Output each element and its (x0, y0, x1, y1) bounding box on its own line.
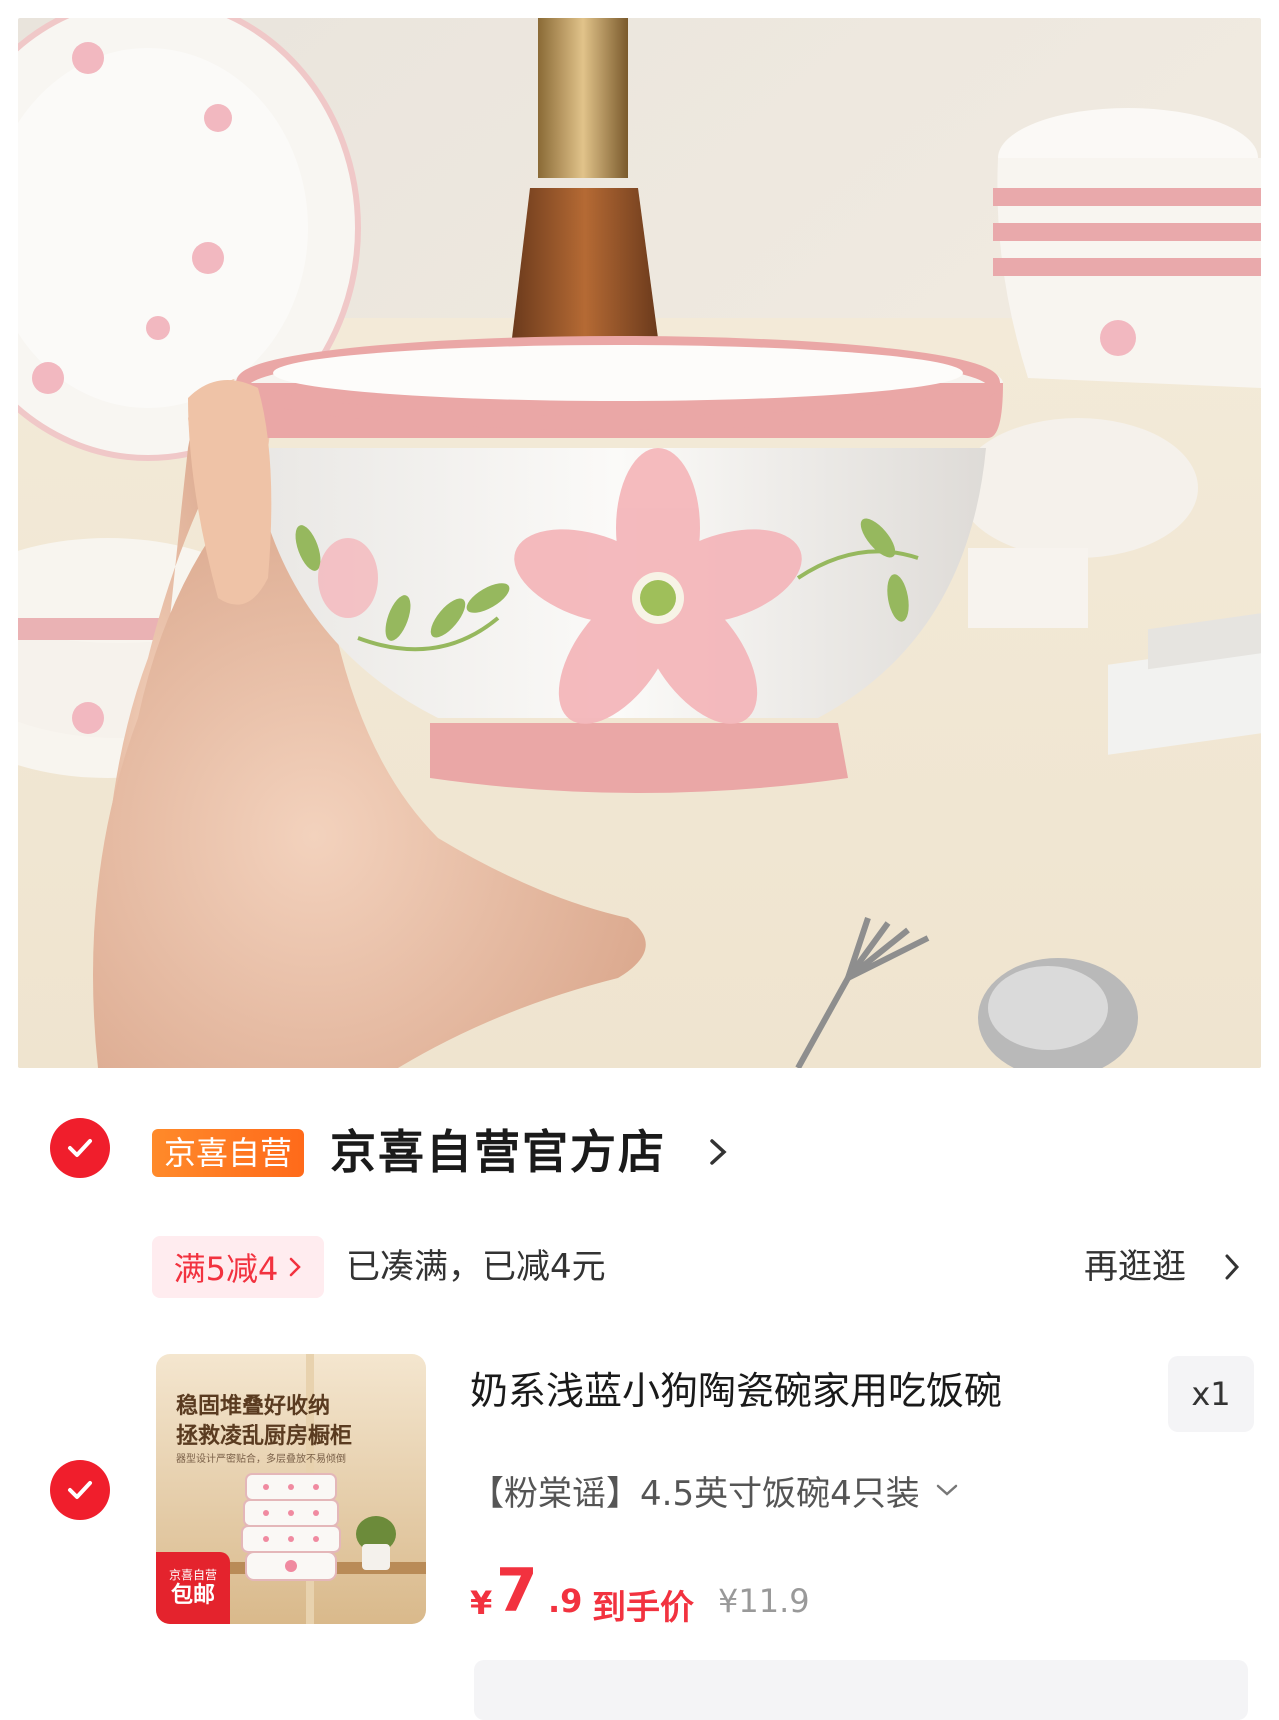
browse-more-link[interactable]: 再逛逛 (1084, 1244, 1186, 1290)
item-select-checkbox[interactable] (50, 1460, 110, 1520)
promo-message: 已凑满，已减4元 (346, 1247, 606, 1287)
checkmark-icon (68, 1481, 92, 1499)
chevron-down-icon (936, 1484, 957, 1496)
price-label: 到手价 (592, 1588, 694, 1628)
shop-badge: 京喜自营 (152, 1129, 305, 1177)
original-price: ¥11.9 (718, 1582, 810, 1620)
thumb-corner-brand: 京喜自营 (168, 1568, 217, 1582)
quantity-stepper[interactable]: x1 (1168, 1356, 1254, 1432)
price-decimal: .9 (548, 1582, 583, 1620)
chevron-right-icon[interactable] (704, 1135, 734, 1169)
product-hero-image[interactable] (18, 18, 1261, 1068)
bowl-photo (18, 18, 1261, 1068)
shop-name-link[interactable]: 京喜自营官方店 (330, 1122, 666, 1182)
price-integer: 7 (496, 1556, 538, 1626)
spec-label: 【粉棠谣】4.5英寸饭碗4只装 (470, 1473, 920, 1514)
price-currency: ¥ (470, 1584, 493, 1622)
chevron-right-icon (290, 1257, 302, 1277)
spec-selector[interactable]: 【粉棠谣】4.5英寸饭碗4只装 (470, 1464, 960, 1516)
promo-tag[interactable]: 满5减4 (152, 1236, 324, 1298)
thumb-corner-shipping: 包邮 (170, 1583, 215, 1608)
chevron-right-icon[interactable] (1222, 1252, 1242, 1282)
shop-select-checkbox[interactable] (50, 1118, 110, 1178)
thumb-headline: 稳固堆叠好收纳 (176, 1393, 331, 1419)
product-thumbnail[interactable]: 稳固堆叠好收纳 拯救凌乱厨房橱柜 器型设计严密贴合，多层叠放不易倾倒 京喜自营 … (156, 1354, 426, 1624)
product-title[interactable]: 奶系浅蓝小狗陶瓷碗家用吃饭碗 (470, 1364, 1002, 1418)
thumb-corner-badge: 京喜自营 包邮 (156, 1552, 230, 1624)
thumb-subheadline: 拯救凌乱厨房橱柜 (176, 1423, 353, 1449)
promo-tag-label: 满5减4 (173, 1250, 279, 1288)
extra-info-bar[interactable] (474, 1660, 1248, 1720)
checkmark-icon (68, 1139, 92, 1157)
thumb-caption: 器型设计严密贴合，多层叠放不易倾倒 (176, 1454, 346, 1465)
